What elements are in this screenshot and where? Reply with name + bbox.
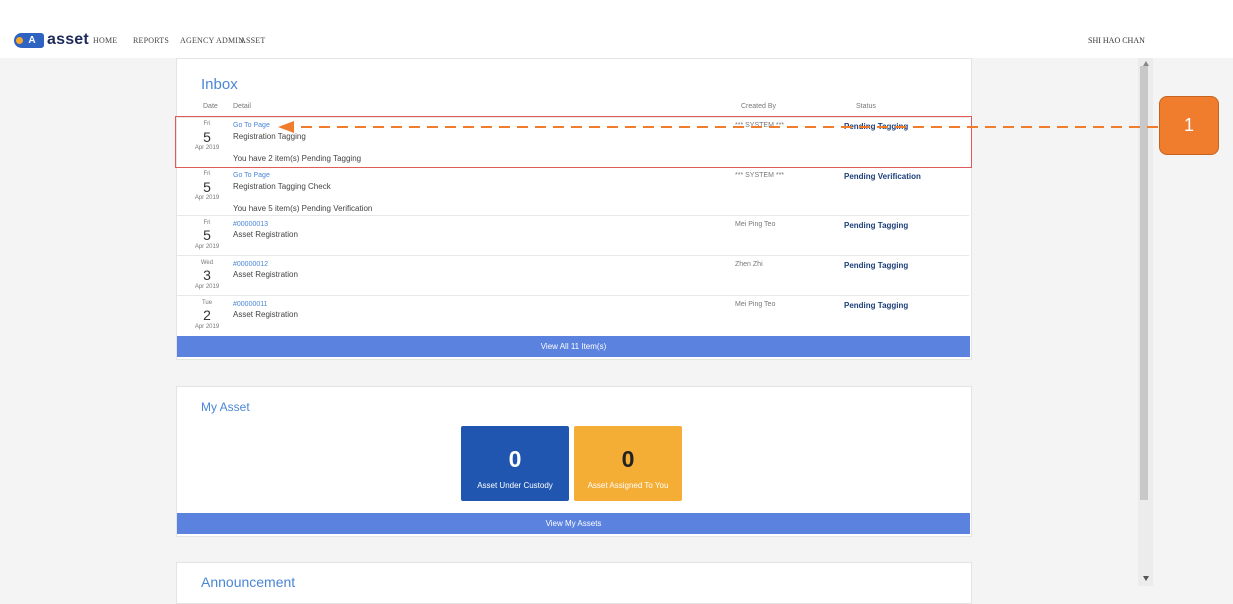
column-header-created-by: Created By [741,103,777,110]
row-title: Asset Registration [233,270,298,279]
row-day: 2 [203,307,211,323]
top-navbar: A asset HOME REPORTS AGENCY ADMIN ASSET … [0,0,1233,58]
row-created-by: Mei Ping Teo [735,301,776,308]
row-day-of-week: Tue [201,300,213,306]
my-asset-title: My Asset [201,400,250,414]
row-status: Pending Tagging [844,301,909,310]
column-header-detail: Detail [233,103,251,110]
row-title: Asset Registration [233,230,298,239]
ticket-link[interactable]: #00000013 [233,221,268,228]
inbox-row: Fri 5 Apr 2019 #00000013 Asset Registrat… [177,215,969,255]
logo-badge-icon: A [14,32,44,48]
row-month: Apr 2019 [194,324,220,330]
custody-label: Asset Under Custody [477,481,553,490]
row-month: Apr 2019 [194,195,220,201]
row-day: 3 [203,267,211,283]
row-created-by: Mei Ping Teo [735,221,776,228]
inbox-title: Inbox [201,76,238,93]
column-header-date: Date [203,103,218,110]
asset-assigned-tile[interactable]: 0 Asset Assigned To You [574,426,682,501]
nav-asset[interactable]: ASSET [240,36,265,45]
custody-count: 0 [508,446,522,472]
row-day-of-week: Fri [203,171,211,177]
row-status: Pending Tagging [844,221,909,230]
view-my-assets-button[interactable]: View My Assets [177,513,970,534]
go-to-page-link[interactable]: Go To Page [233,172,270,179]
row-month: Apr 2019 [194,244,220,250]
annotation-badge: 1 [1159,96,1219,155]
nav-reports[interactable]: REPORTS [133,36,169,45]
user-name-menu[interactable]: SHI HAO CHAN [1088,36,1145,45]
nav-agency-admin[interactable]: AGENCY ADMIN [180,36,244,45]
row-created-by: Zhen Zhi [735,261,763,268]
view-all-items-button[interactable]: View All 11 Item(s) [177,336,970,357]
nav-home[interactable]: HOME [93,36,117,45]
announcement-card: Announcement [176,562,972,604]
row-day-of-week: Fri [203,220,211,226]
row-status: Pending Tagging [844,261,909,270]
row-day: 5 [203,227,211,243]
row-day: 5 [203,179,211,195]
ticket-link[interactable]: #00000012 [233,261,268,268]
row-title: Registration Tagging Check [233,182,331,191]
row-created-by: *** SYSTEM *** [735,172,785,179]
row-day-of-week: Wed [200,260,214,266]
row-title: Asset Registration [233,310,298,319]
asset-under-custody-tile[interactable]: 0 Asset Under Custody [461,426,569,501]
ticket-link[interactable]: #00000011 [233,301,268,308]
highlight-box [175,116,972,168]
inbox-row: Wed 3 Apr 2019 #00000012 Asset Registrat… [177,255,969,295]
scrollbar-thumb[interactable] [1140,66,1148,500]
row-note: You have 5 item(s) Pending Verification [233,204,373,213]
app-logo[interactable]: A asset [14,31,89,48]
row-month: Apr 2019 [194,284,220,290]
inbox-row: Fri 5 Apr 2019 Go To Page Registration T… [177,167,969,215]
assigned-label: Asset Assigned To You [587,481,669,490]
announcement-title: Announcement [201,574,296,590]
inbox-row: Tue 2 Apr 2019 #00000011 Asset Registrat… [177,295,969,336]
column-header-status: Status [856,103,876,110]
logo-text: asset [47,31,89,48]
assigned-count: 0 [621,446,635,472]
row-status: Pending Verification [844,172,921,181]
